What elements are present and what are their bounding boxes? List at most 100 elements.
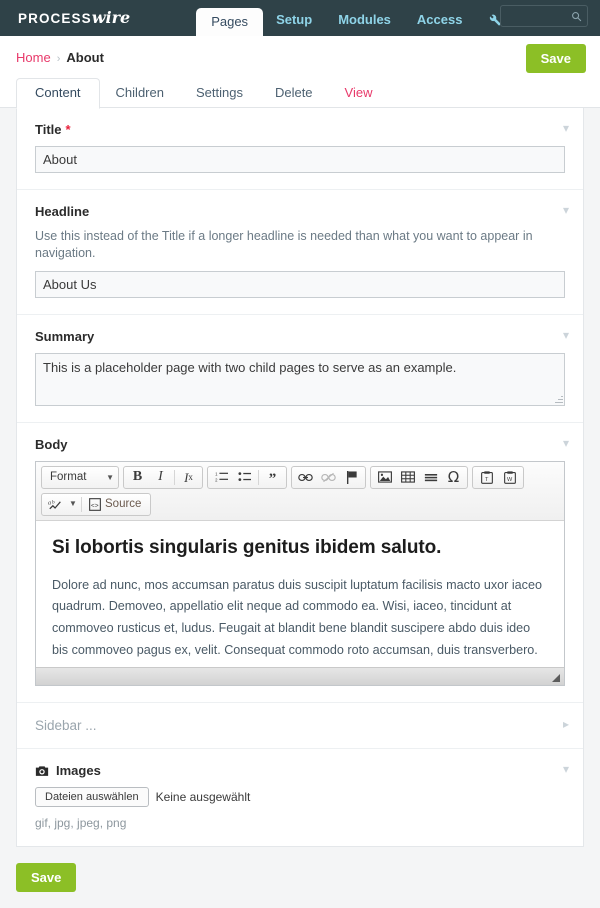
field-sidebar-label: Sidebar ...	[35, 718, 565, 733]
breadcrumb-bar: Home › About Save	[0, 36, 600, 78]
svg-text:b: b	[52, 500, 55, 506]
save-button-bottom[interactable]: Save	[16, 863, 77, 893]
anchor-icon[interactable]	[340, 468, 363, 487]
field-body: Body ▾ Format ▼ B I Ix 12 ” Ω T W a b ▼ …	[17, 423, 583, 704]
tab-content[interactable]: Content	[16, 78, 100, 109]
chevron-down-icon[interactable]: ▼	[67, 495, 79, 514]
breadcrumb: Home › About	[16, 50, 104, 65]
nav-item-modules[interactable]: Modules	[325, 13, 404, 36]
choose-files-button[interactable]: Dateien auswählen	[35, 787, 149, 808]
source-icon: <>	[89, 497, 101, 511]
numbered-list-icon[interactable]: 12	[210, 468, 233, 487]
bold-icon[interactable]: B	[126, 468, 149, 487]
nav-item-access[interactable]: Access	[404, 13, 476, 36]
insert-group: Ω	[370, 465, 468, 489]
field-headline-note: Use this instead of the Title if a longe…	[35, 229, 533, 260]
field-images: Images ▾ Dateien auswählen Keine ausgewä…	[17, 749, 583, 846]
remove-format-icon[interactable]: Ix	[177, 468, 200, 487]
field-body-label-text: Body	[35, 436, 68, 452]
title-input[interactable]	[35, 146, 565, 173]
table-icon[interactable]	[396, 468, 419, 487]
field-body-label: Body	[35, 437, 565, 452]
field-headline-label-text: Headline	[35, 204, 90, 219]
field-title-label: Title *	[35, 122, 565, 137]
horizontal-rule-icon[interactable]	[419, 468, 442, 487]
field-title: Title * ▾	[17, 108, 583, 190]
source-button[interactable]: <> Source	[84, 495, 148, 514]
image-icon[interactable]	[373, 468, 396, 487]
tab-delete[interactable]: Delete	[259, 79, 329, 108]
chevron-down-icon[interactable]: ▾	[563, 204, 569, 216]
svg-text:W: W	[506, 477, 512, 483]
paste-group: T W	[472, 465, 524, 489]
chevron-down-icon: ▼	[106, 472, 114, 482]
paste-from-word-icon[interactable]: W	[498, 468, 521, 487]
field-headline: Headline ▾ Use this instead of the Title…	[17, 190, 583, 315]
chevron-right-icon[interactable]: ▸	[563, 718, 569, 730]
format-dropdown-label: Format	[50, 471, 87, 484]
no-file-selected-text: Keine ausgewählt	[155, 790, 251, 805]
nav-item-pages[interactable]: Pages	[196, 8, 264, 36]
masthead: PROCESSwire Pages Setup Modules Access	[0, 0, 600, 36]
editor-paragraph: Dolore ad nunc, mos accumsan paratus dui…	[52, 577, 542, 657]
summary-textarea[interactable]: This is a placeholder page with two chil…	[35, 352, 565, 406]
chevron-down-icon[interactable]: ▾	[563, 122, 569, 134]
field-images-label-text: Images	[56, 763, 101, 779]
field-summary-label-text: Summary	[35, 328, 95, 344]
blockquote-icon[interactable]: ”	[261, 468, 284, 487]
field-sidebar-label-text: Sidebar ...	[35, 718, 97, 734]
field-sidebar[interactable]: Sidebar ... ▸	[17, 703, 583, 750]
link-group	[291, 465, 366, 489]
svg-text:1: 1	[215, 472, 218, 477]
breadcrumb-home[interactable]: Home	[16, 50, 51, 65]
link-icon[interactable]	[294, 468, 317, 487]
field-summary-label: Summary	[35, 329, 565, 344]
search-icon	[572, 11, 582, 21]
unlink-icon[interactable]	[317, 468, 340, 487]
bulleted-list-icon[interactable]	[233, 468, 256, 487]
chevron-down-icon[interactable]: ▾	[563, 437, 569, 449]
tab-children[interactable]: Children	[100, 79, 180, 108]
nav-item-setup[interactable]: Setup	[263, 13, 325, 36]
format-dropdown[interactable]: Format ▼	[41, 465, 119, 489]
toolbar-divider	[258, 469, 259, 485]
source-button-label: Source	[105, 498, 142, 511]
content-panel: Title * ▾ Headline ▾ Use this instead of…	[16, 108, 584, 848]
search-box[interactable]	[500, 5, 588, 27]
chevron-down-icon[interactable]: ▾	[563, 763, 569, 775]
tab-settings[interactable]: Settings	[180, 79, 259, 108]
spell-check-icon[interactable]: ab	[44, 495, 67, 514]
tools-group: ab ▼ <> Source	[41, 492, 152, 516]
page-editor-tabs: Content Children Settings Delete View	[0, 78, 600, 109]
resize-grip-icon[interactable]	[552, 674, 560, 683]
breadcrumb-current: About	[66, 49, 104, 65]
list-group: 12 ”	[207, 465, 287, 489]
toolbar-divider	[174, 469, 175, 485]
camera-icon	[35, 765, 49, 777]
svg-text:a: a	[48, 501, 51, 507]
logo-process-text: PROCESS	[18, 11, 92, 26]
allowed-extensions-text: gif, jpg, jpeg, png	[35, 816, 127, 831]
toolbar-divider	[81, 496, 82, 512]
headline-input[interactable]	[35, 270, 565, 298]
main-navigation: Pages Setup Modules Access	[196, 0, 512, 36]
chevron-down-icon[interactable]: ▾	[563, 329, 569, 341]
tab-view[interactable]: View	[329, 79, 389, 108]
field-images-label: Images	[35, 763, 565, 778]
svg-text:T: T	[485, 477, 489, 483]
breadcrumb-separator: ›	[56, 52, 61, 65]
logo-wire-text: wire	[91, 8, 131, 27]
editor-content-area[interactable]: Si lobortis singularis genitus ibidem sa…	[36, 520, 564, 668]
special-character-icon[interactable]: Ω	[442, 468, 465, 487]
footer-bar: Save	[0, 847, 600, 908]
italic-icon[interactable]: I	[149, 468, 172, 487]
svg-text:2: 2	[215, 478, 218, 483]
editor-toolbar: Format ▼ B I Ix 12 ” Ω T W a b ▼ <> Sour…	[36, 461, 564, 521]
field-headline-label: Headline	[35, 204, 565, 219]
save-button-top[interactable]: Save	[525, 44, 586, 73]
processwire-logo: PROCESSwire	[18, 8, 130, 27]
summary-textarea-wrap: This is a placeholder page with two chil…	[35, 352, 565, 406]
required-marker: *	[65, 122, 71, 137]
paste-as-text-icon[interactable]: T	[475, 468, 498, 487]
svg-text:<>: <>	[91, 502, 99, 509]
